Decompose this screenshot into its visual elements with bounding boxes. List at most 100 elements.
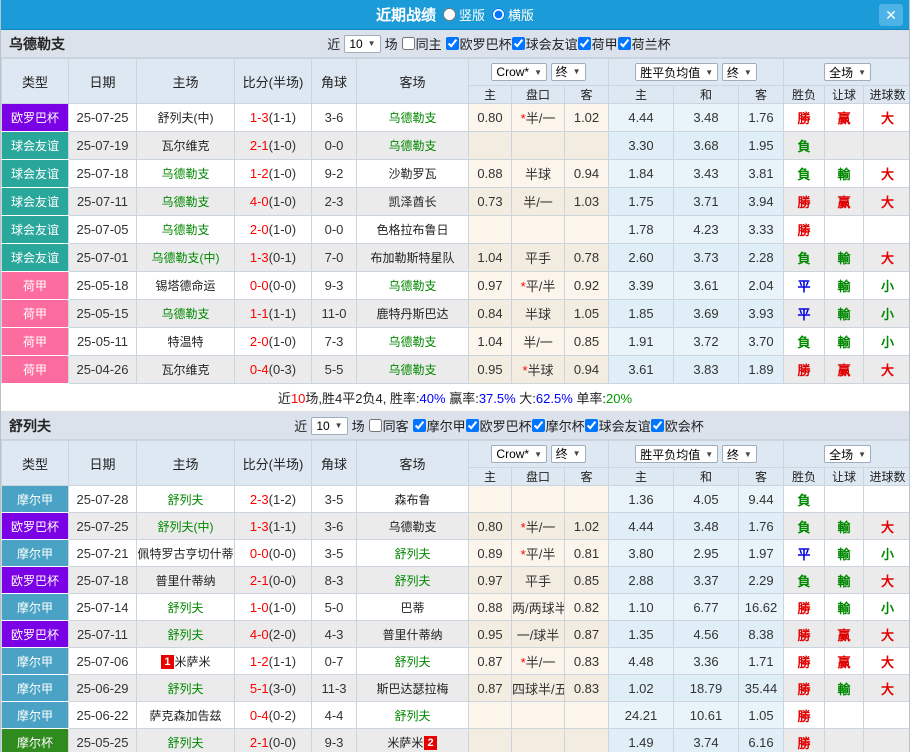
matches-tbody-1: 摩尔甲25-07-28舒列夫2-3(1-2)3-5森布鲁1.364.059.44… <box>2 486 910 752</box>
col-away: 客场 <box>357 59 469 104</box>
away-team: 巴蒂 <box>357 594 469 621</box>
mean-away: 3.70 <box>739 328 784 356</box>
league-checkbox[interactable] <box>532 419 545 432</box>
col-score: 比分(半场) <box>235 59 312 104</box>
dropdown-arrow-icon: ▼ <box>534 450 542 459</box>
odds-company-select[interactable]: Crow*▼ <box>491 63 547 81</box>
league-checkbox[interactable] <box>618 37 631 50</box>
mean-final-select[interactable]: 终▼ <box>722 445 757 463</box>
mean-home: 4.48 <box>609 648 674 675</box>
result-goals <box>864 216 910 244</box>
summary-part: 40% <box>420 391 446 406</box>
half-score: (0-3) <box>269 362 296 377</box>
same-away-filter[interactable]: 同客 <box>369 416 409 435</box>
home-team: 舒列夫(中) <box>137 513 235 540</box>
match-row: 摩尔杯25-05-25舒列夫2-1(0-0)9-3米萨米21.493.746.1… <box>2 729 910 752</box>
scope-select[interactable]: 全场▼ <box>824 63 871 81</box>
league-type-badge: 球会友谊 <box>2 188 69 216</box>
home-team: 乌德勒支 <box>137 188 235 216</box>
mean-away: 1.76 <box>739 104 784 132</box>
league-filter[interactable]: 摩尔甲 <box>413 416 466 435</box>
corner-score: 7-3 <box>312 328 357 356</box>
vertical-layout-option[interactable]: 竖版 <box>443 5 485 24</box>
team2-filter-controls: 近 10▼ 场 同客 摩尔甲欧罗巴杯摩尔杯球会友谊欧会杯 <box>209 416 789 435</box>
horizontal-layout-option[interactable]: 横版 <box>492 5 534 24</box>
league-filter[interactable]: 球会友谊 <box>512 34 578 53</box>
team-name-text: 瓦尔维克 <box>161 363 209 377</box>
odds-company-value: Crow* <box>496 65 529 79</box>
half-score: (1-0) <box>269 222 296 237</box>
match-row: 欧罗巴杯25-07-18普里什蒂纳2-1(0-0)8-3舒列夫0.97平手0.8… <box>2 567 910 594</box>
league-filter[interactable]: 欧会杯 <box>651 416 704 435</box>
odds-final-select[interactable]: 终▼ <box>551 445 586 463</box>
league-filter[interactable]: 荷兰杯 <box>618 34 671 53</box>
odds-away: 0.94 <box>565 160 609 188</box>
team-name-text: 沙勒罗瓦 <box>388 167 436 181</box>
result-goals <box>864 486 910 513</box>
mean-away: 1.76 <box>739 513 784 540</box>
scope-select[interactable]: 全场▼ <box>824 445 871 463</box>
half-score: (0-0) <box>269 278 296 293</box>
team1-filter-bar: 乌德勒支 近 10▼ 场 同主 欧罗巴杯球会友谊荷甲荷兰杯 <box>1 30 909 58</box>
team-name-text: 特温特 <box>167 335 203 349</box>
mean-final-value: 终 <box>727 446 739 463</box>
league-checkbox[interactable] <box>413 419 426 432</box>
corner-score: 7-0 <box>312 244 357 272</box>
league-type-badge: 摩尔甲 <box>2 540 69 567</box>
team2-filter-bar: 舒列夫 近 10▼ 场 同客 摩尔甲欧罗巴杯摩尔杯球会友谊欧会杯 <box>1 412 909 440</box>
summary-text-0: 近10场,胜4平2负4, 胜率:40% 赢率:37.5% 大:62.5% 单率:… <box>278 388 632 407</box>
dropdown-arrow-icon: ▼ <box>573 67 581 76</box>
odds-final-select[interactable]: 终▼ <box>551 63 586 81</box>
league-type-badge: 欧罗巴杯 <box>2 513 69 540</box>
mean-select[interactable]: 胜平负均值▼ <box>635 445 718 463</box>
league-checkbox[interactable] <box>585 419 598 432</box>
home-team: 舒列夫 <box>137 621 235 648</box>
same-home-filter[interactable]: 同主 <box>402 34 442 53</box>
result-goals <box>864 702 910 729</box>
league-checkbox[interactable] <box>512 37 525 50</box>
odds-away: 1.05 <box>565 300 609 328</box>
close-button[interactable]: ✕ <box>879 4 903 26</box>
league-checkbox[interactable] <box>446 37 459 50</box>
odds-line: 半/一 <box>512 328 565 356</box>
away-team: 斯巴达瑟拉梅 <box>357 675 469 702</box>
corner-score: 2-3 <box>312 188 357 216</box>
odds-home: 1.04 <box>469 328 512 356</box>
league-filter[interactable]: 摩尔杯 <box>532 416 585 435</box>
mean-draw: 3.36 <box>674 648 739 675</box>
mean-draw: 18.79 <box>674 675 739 702</box>
league-filter[interactable]: 球会友谊 <box>585 416 651 435</box>
league-checkbox[interactable] <box>466 419 479 432</box>
mean-away: 3.33 <box>739 216 784 244</box>
league-checkbox[interactable] <box>578 37 591 50</box>
mean-final-select[interactable]: 终▼ <box>722 63 757 81</box>
full-score: 0-4 <box>250 708 269 723</box>
vertical-layout-radio[interactable] <box>443 8 456 21</box>
match-count-select[interactable]: 10▼ <box>311 417 347 435</box>
league-label: 球会友谊 <box>599 416 651 435</box>
odds-company-select[interactable]: Crow*▼ <box>491 445 547 463</box>
full-score: 1-3 <box>250 110 269 125</box>
league-filter[interactable]: 欧罗巴杯 <box>446 34 512 53</box>
league-filter[interactable]: 欧罗巴杯 <box>466 416 532 435</box>
league-checkbox[interactable] <box>651 419 664 432</box>
away-team: 乌德勒支 <box>357 356 469 384</box>
same-away-label: 同客 <box>383 416 409 435</box>
team-name-text: 萨克森加告兹 <box>149 709 221 723</box>
league-filter[interactable]: 荷甲 <box>578 34 618 53</box>
match-count-select[interactable]: 10▼ <box>344 35 380 53</box>
same-away-checkbox[interactable] <box>369 419 382 432</box>
result-outcome: 勝 <box>784 188 825 216</box>
full-score: 2-0 <box>250 334 269 349</box>
match-date: 25-07-25 <box>69 513 137 540</box>
odds-home: 0.87 <box>469 648 512 675</box>
odds-away <box>565 486 609 513</box>
star-mark: * <box>521 279 526 294</box>
same-home-checkbox[interactable] <box>402 37 415 50</box>
match-score: 1-2(1-1) <box>235 648 312 675</box>
full-score: 1-2 <box>250 654 269 669</box>
mean-select[interactable]: 胜平负均值▼ <box>635 63 718 81</box>
league-type-badge: 球会友谊 <box>2 160 69 188</box>
mean-away: 2.28 <box>739 244 784 272</box>
horizontal-layout-radio[interactable] <box>492 8 505 21</box>
